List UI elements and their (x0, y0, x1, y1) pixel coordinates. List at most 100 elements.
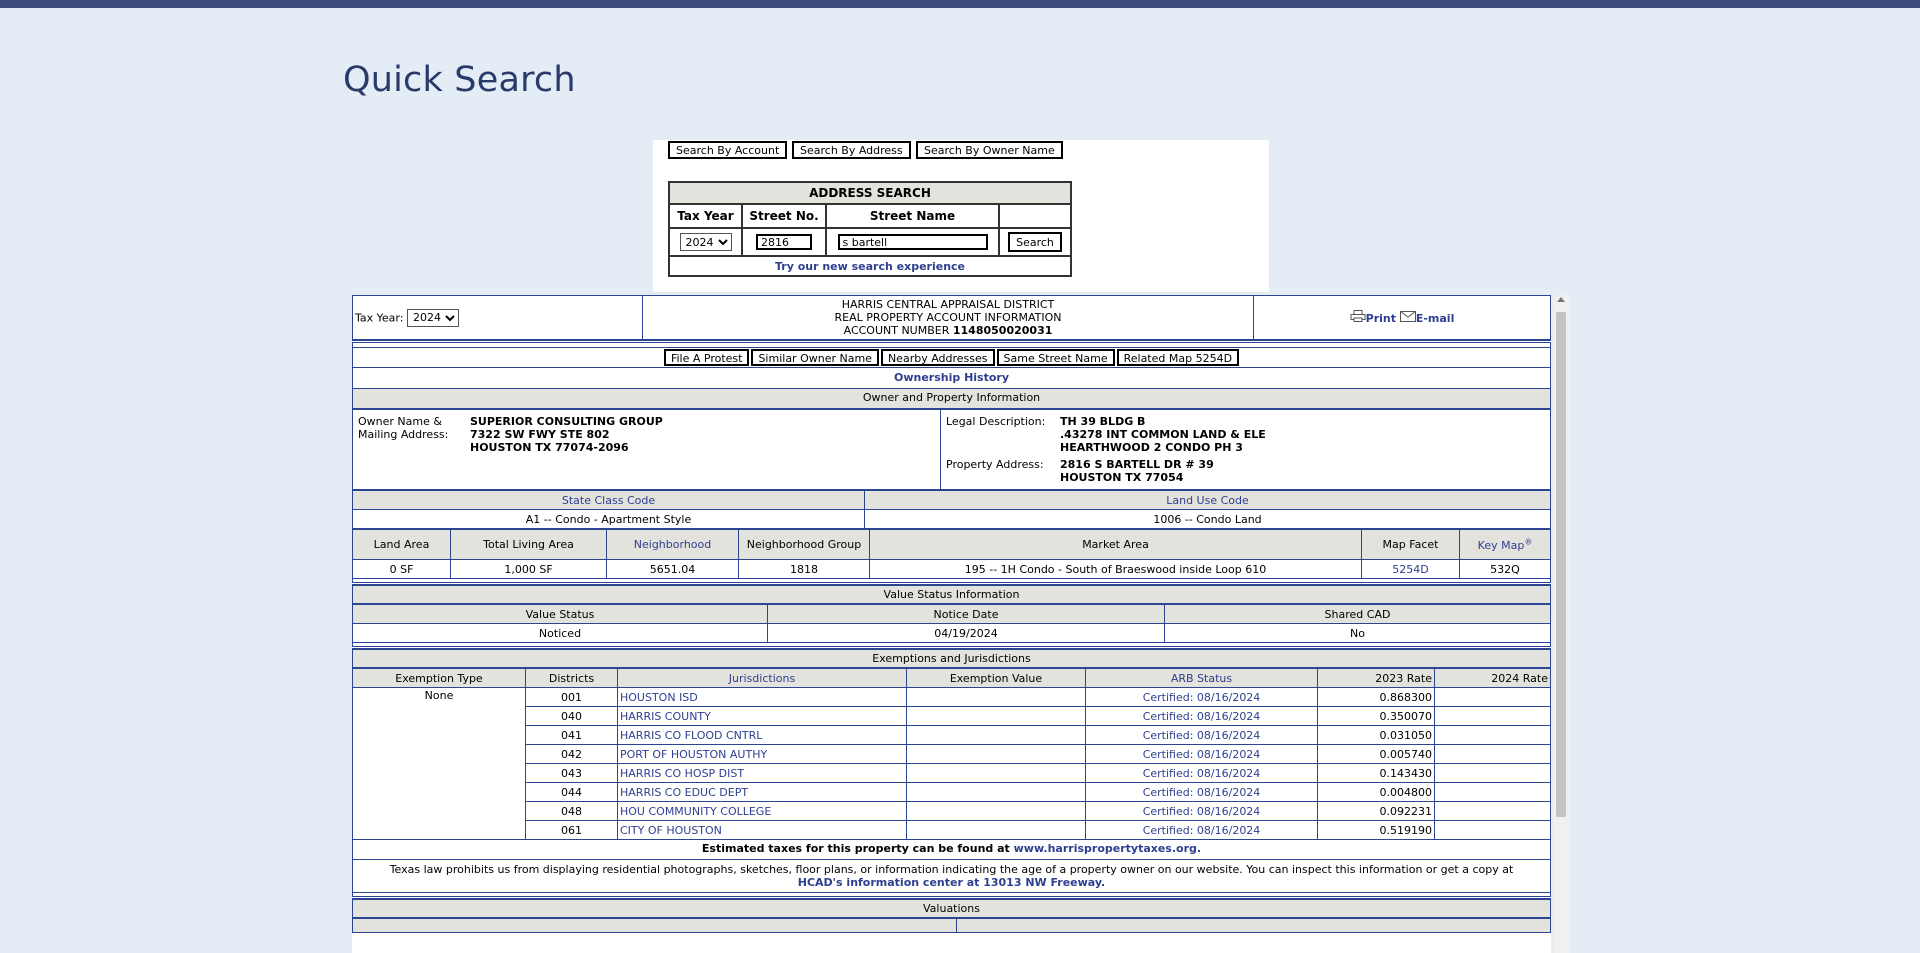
rate-2024 (1434, 725, 1551, 745)
living-area-header: Total Living Area (450, 529, 607, 560)
arb-status: Certified: 08/16/2024 (1085, 763, 1318, 783)
info-center-link[interactable]: HCAD's information center at 13013 NW Fr… (798, 876, 1105, 889)
rate-2023: 0.092231 (1317, 801, 1435, 821)
rate-2023: 0.868300 (1317, 687, 1435, 707)
exemption-value-header: Exemption Value (906, 668, 1086, 688)
district-name: HARRIS CENTRAL APPRAISAL DISTRICT (841, 298, 1055, 311)
search-by-account-button[interactable]: Search By Account (668, 141, 788, 159)
search-by-owner-button[interactable]: Search By Owner Name (916, 141, 1063, 159)
search-by-address-button[interactable]: Search By Address (792, 141, 911, 159)
related-map-button[interactable]: Related Map 5254D (1116, 349, 1240, 366)
district-code: 044 (525, 782, 618, 802)
street-name-input[interactable] (837, 234, 988, 250)
legal-line-3: HEARTHWOOD 2 CONDO PH 3 (1060, 441, 1243, 454)
nearby-addresses-button[interactable]: Nearby Addresses (880, 349, 995, 366)
shared-cad-value: No (1164, 623, 1551, 643)
email-link[interactable]: E-mail (1399, 311, 1454, 325)
jurisdiction-link[interactable]: HOU COMMUNITY COLLEGE (620, 805, 771, 818)
neighborhood-link[interactable]: Neighborhood (634, 538, 711, 551)
account-number-label: ACCOUNT NUMBER (843, 324, 950, 337)
vertical-scrollbar[interactable] (1553, 295, 1569, 953)
valuations-table (352, 918, 1551, 933)
street-no-input[interactable] (756, 234, 812, 250)
notice-date-header: Notice Date (767, 604, 1165, 624)
class-codes-table: State Class Code Land Use Code A1 -- Con… (352, 490, 1551, 529)
address-search-title: ADDRESS SEARCH (668, 181, 1072, 205)
rate-2024 (1434, 782, 1551, 802)
print-label: Print (1365, 312, 1396, 325)
ownership-history-link[interactable]: Ownership History (894, 371, 1009, 384)
address-search-table: ADDRESS SEARCH Tax Year Street No. Stree… (668, 181, 1072, 277)
district-code: 061 (525, 820, 618, 840)
owner-name: SUPERIOR CONSULTING GROUP (470, 415, 663, 428)
printer-icon (1350, 310, 1366, 322)
search-button[interactable]: Search (1008, 232, 1062, 252)
envelope-icon (1399, 311, 1416, 322)
land-area-header: Land Area (352, 529, 451, 560)
tax-website-link[interactable]: www.harrispropertytaxes.org. (1014, 842, 1201, 855)
page-title: Quick Search (343, 60, 576, 100)
arb-status: Certified: 08/16/2024 (1085, 744, 1318, 764)
arb-status-link[interactable]: ARB Status (1171, 672, 1232, 685)
value-status-table: Value Status Notice Date Shared CAD Noti… (352, 604, 1551, 643)
district-code: 042 (525, 744, 618, 764)
file-protest-button[interactable]: File A Protest (663, 349, 750, 366)
search-tax-year-select[interactable]: 2024 (679, 233, 732, 251)
map-facet-link[interactable]: 5254D (1392, 563, 1428, 576)
similar-owner-button[interactable]: Similar Owner Name (751, 349, 879, 366)
neighborhood-value: 5651.04 (606, 559, 739, 579)
key-map-label: Key Map (1477, 538, 1525, 552)
rate-2023-header: 2023 Rate (1317, 668, 1435, 688)
value-status-title: Value Status Information (352, 585, 1551, 604)
rate-2023: 0.004800 (1317, 782, 1435, 802)
estimated-taxes-row: Estimated taxes for this property can be… (352, 840, 1551, 860)
mailing-label: Mailing Address: (358, 428, 449, 441)
tax-year-label: Tax Year: (355, 311, 404, 324)
arb-status: Certified: 08/16/2024 (1085, 725, 1318, 745)
print-link[interactable]: Print (1350, 310, 1400, 325)
legal-line-2: .43278 INT COMMON LAND & ELE (1060, 428, 1266, 441)
arb-status: Certified: 08/16/2024 (1085, 706, 1318, 726)
jurisdiction-link[interactable]: HARRIS CO HOSP DIST (620, 767, 744, 780)
scrollbar-thumb[interactable] (1556, 312, 1566, 817)
search-panel: Search By Account Search By Address Sear… (653, 140, 1269, 292)
arb-status: Certified: 08/16/2024 (1085, 782, 1318, 802)
owner-section-title: Owner and Property Information (352, 389, 1551, 409)
jurisdiction-link[interactable]: HARRIS COUNTY (620, 710, 711, 723)
scroll-up-arrow-icon[interactable] (1557, 297, 1565, 302)
account-header: Tax Year: 2024 HARRIS CENTRAL APPRAISAL … (352, 295, 1551, 340)
exemption-value (906, 706, 1086, 726)
new-search-experience-link[interactable]: Try our new search experience (775, 260, 965, 273)
owner-table: Owner Name & Mailing Address: SUPERIOR C… (352, 409, 1551, 490)
state-class-code-link[interactable]: State Class Code (562, 494, 655, 507)
action-bar: File A Protest Similar Owner Name Nearby A… (352, 347, 1551, 368)
rate-2024 (1434, 763, 1551, 783)
jurisdictions-link[interactable]: Jurisdictions (729, 672, 795, 685)
account-number: 1148050020031 (952, 324, 1053, 337)
arb-status: Certified: 08/16/2024 (1085, 801, 1318, 821)
jurisdiction-link[interactable]: CITY OF HOUSTON (620, 824, 722, 837)
land-use-code-link[interactable]: Land Use Code (1166, 494, 1249, 507)
jurisdiction-link[interactable]: HOUSTON ISD (620, 691, 698, 704)
property-address-2: HOUSTON TX 77054 (1060, 471, 1184, 484)
rate-2023: 0.519190 (1317, 820, 1435, 840)
exemptions-title: Exemptions and Jurisdictions (352, 649, 1551, 668)
jurisdiction-link[interactable]: PORT OF HOUSTON AUTHY (620, 748, 767, 761)
property-address-label: Property Address: (946, 458, 1044, 471)
jurisdiction-link[interactable]: HARRIS CO FLOOD CNTRL (620, 729, 762, 742)
street-no-header: Street No. (741, 203, 827, 229)
rate-2024 (1434, 687, 1551, 707)
empty-header (998, 203, 1072, 229)
rate-2023: 0.031050 (1317, 725, 1435, 745)
land-table: Land Area Total Living Area Neighborhood… (352, 529, 1551, 579)
arb-status: Certified: 08/16/2024 (1085, 820, 1318, 840)
rate-2023: 0.005740 (1317, 744, 1435, 764)
estimated-taxes-text: Estimated taxes for this property can be… (701, 842, 1010, 855)
jurisdiction-link[interactable]: HARRIS CO EDUC DEPT (620, 786, 748, 799)
same-street-button[interactable]: Same Street Name (996, 349, 1115, 366)
market-area-value: 195 -- 1H Condo - South of Braeswood ins… (869, 559, 1362, 579)
tax-year-select[interactable]: 2024 (406, 308, 459, 327)
exemption-type-header: Exemption Type (352, 668, 526, 688)
key-map-registered-mark: ® (1524, 537, 1533, 547)
key-map-link[interactable]: Key Map® (1477, 537, 1533, 552)
